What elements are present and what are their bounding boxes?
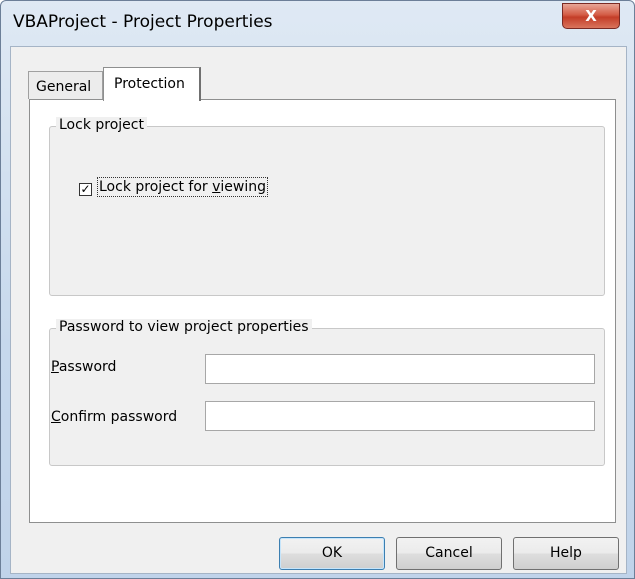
tab-general-label: General	[36, 79, 92, 95]
password-input[interactable]	[205, 354, 595, 384]
help-button[interactable]: Help	[513, 537, 619, 570]
lock-project-legend: Lock project	[56, 117, 147, 133]
password-label-rest: assword	[58, 359, 117, 375]
confirm-label-mnemonic: C	[51, 409, 61, 425]
confirm-label-rest: onfirm password	[60, 409, 178, 425]
tab-protection[interactable]: Protection	[103, 67, 201, 101]
lock-for-viewing-checkbox[interactable]: ✓	[79, 183, 92, 196]
confirm-password-label: Confirm password	[51, 409, 177, 425]
dialog-client-area: General Protection Lock project ✓ Lock p…	[10, 46, 627, 574]
dialog-window: VBAProject - Project Properties X Genera…	[0, 0, 635, 579]
lock-project-group: Lock project	[49, 117, 605, 296]
tab-protection-label: Protection	[114, 76, 185, 92]
lock-label-suffix: iewing	[220, 179, 267, 195]
checkmark-icon: ✓	[80, 182, 91, 196]
lock-label-prefix: Lock project for	[99, 179, 213, 195]
close-button[interactable]: X	[562, 3, 620, 29]
password-group-legend: Password to view project properties	[56, 319, 312, 335]
password-label: Password	[51, 359, 116, 375]
ok-button[interactable]: OK	[279, 537, 385, 570]
password-label-mnemonic: P	[51, 359, 59, 375]
close-icon: X	[585, 7, 597, 25]
lock-for-viewing-label[interactable]: Lock project for viewing	[96, 177, 269, 197]
confirm-password-input[interactable]	[205, 401, 595, 431]
window-title: VBAProject - Project Properties	[13, 12, 273, 32]
protection-tab-panel: Lock project ✓ Lock project for viewing …	[29, 99, 616, 523]
title-bar[interactable]: VBAProject - Project Properties X	[1, 1, 634, 47]
password-group: Password to view project properties	[49, 319, 605, 466]
cancel-button[interactable]: Cancel	[396, 537, 502, 570]
tab-general[interactable]: General	[28, 71, 103, 99]
